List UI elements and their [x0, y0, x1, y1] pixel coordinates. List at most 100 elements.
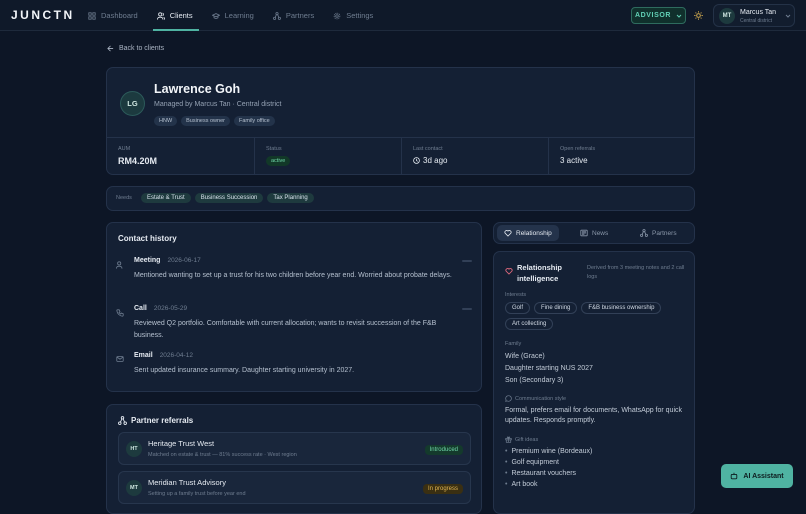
nav-settings-label: Settings	[346, 11, 374, 20]
gifts-label: Gift ideas	[515, 436, 539, 443]
chevron-down-icon	[676, 14, 682, 18]
event-date: 2026-05-29	[153, 305, 188, 312]
interest-chip: Golf	[505, 302, 531, 314]
network-icon	[272, 11, 281, 20]
role-switch-button[interactable]: ADVISOR	[631, 7, 686, 24]
need-tag[interactable]: Business Succession	[194, 193, 264, 203]
stat-aum: AUM RM4.20M	[107, 137, 254, 175]
back-to-clients-link[interactable]: Back to clients	[107, 45, 164, 52]
gift-ideas-label: Gift ideas	[505, 436, 538, 443]
more-icon[interactable]	[462, 308, 472, 310]
communication-style-label: Communication style	[505, 395, 566, 402]
referral-row[interactable]: HT Heritage Trust West Matched on estate…	[118, 432, 471, 465]
gift-idea: Premium wine (Bordeaux)	[505, 448, 592, 455]
nav-clients-label: Clients	[169, 11, 193, 20]
interest-chip: Fine dining	[534, 302, 578, 314]
needs-label: Needs	[116, 195, 132, 201]
event-date: 2026-06-17	[167, 257, 201, 264]
network-icon	[118, 416, 127, 425]
users-icon	[156, 11, 165, 20]
client-tag: Business owner	[181, 116, 230, 126]
communication-style-text: Formal, prefers email for documents, Wha…	[505, 407, 683, 424]
nav-settings[interactable]: Settings	[333, 0, 373, 31]
section-title: Contact history	[118, 234, 177, 243]
client-tag: Family office	[233, 116, 275, 126]
ai-assistant-label: AI Assistant	[743, 472, 784, 480]
newspaper-icon	[580, 229, 588, 237]
interest-chip: F&B business ownership	[581, 302, 662, 314]
users-icon	[116, 261, 123, 269]
user-menu[interactable]: MT Marcus Tan Central district	[713, 4, 795, 27]
event-date: 2026-04-12	[159, 352, 193, 359]
interests-label: Interests	[505, 292, 527, 298]
grid-icon	[88, 11, 96, 20]
tab-relationship[interactable]: Relationship	[497, 225, 559, 241]
nav-learning-label: Learning	[224, 11, 254, 20]
graduation-cap-icon	[211, 12, 220, 19]
nav-dashboard[interactable]: Dashboard	[88, 0, 138, 31]
need-tag[interactable]: Tax Planning	[267, 193, 314, 203]
bot-icon	[731, 472, 738, 480]
sun-icon[interactable]	[694, 11, 703, 20]
nav-partners[interactable]: Partners	[272, 0, 315, 31]
tab-label: News	[592, 229, 609, 237]
tab-news[interactable]: News	[573, 225, 615, 241]
partner-referrals-card: Partner referrals HT Heritage Trust West…	[106, 404, 482, 514]
mail-icon	[116, 356, 124, 362]
stat-label: AUM	[118, 146, 131, 152]
partner-name: Heritage Trust West	[148, 439, 215, 448]
needs-bar: Needs Estate & Trust Business Succession…	[106, 186, 695, 211]
interests-chips: Golf Fine dining F&B business ownership …	[505, 302, 690, 330]
referrals-title: Partner referrals	[131, 416, 194, 425]
more-icon[interactable]	[462, 260, 472, 262]
tab-partners[interactable]: Partners	[633, 225, 684, 241]
stat-status: Status active	[254, 137, 401, 175]
event-header: Call 2026-05-29	[134, 305, 187, 312]
back-link-label: Back to clients	[119, 45, 165, 52]
event-text: Reviewed Q2 portfolio. Comfortable with …	[134, 320, 437, 339]
gear-icon	[333, 12, 341, 19]
tab-label: Partners	[652, 229, 677, 237]
section-title: Partner referrals	[118, 416, 193, 425]
relationship-intelligence-card: Relationship intelligence Derived from 3…	[493, 251, 695, 514]
heart-icon	[505, 268, 513, 275]
main-nav: Dashboard Clients Learning Partners Sett…	[88, 0, 392, 31]
family-member: Wife (Grace)	[505, 353, 545, 360]
app-logo[interactable]: JUNCTN	[11, 8, 75, 22]
nav-partners-label: Partners	[285, 11, 315, 20]
client-avatar: LG	[120, 91, 145, 116]
chat-icon	[505, 395, 512, 402]
stat-value: 3d ago	[413, 156, 447, 165]
client-tags: HNW Business owner Family office	[154, 116, 275, 126]
role-label: ADVISOR	[634, 12, 672, 19]
family-member: Son (Secondary 3)	[505, 377, 564, 384]
status-badge: Introduced	[424, 445, 463, 455]
partner-match-detail: Setting up a family trust before year en…	[148, 491, 246, 497]
gift-idea: Restaurant vouchers	[505, 470, 576, 477]
gift-idea: Art book	[505, 481, 537, 488]
referral-row[interactable]: MT Meridian Trust Advisory Setting up a …	[118, 471, 471, 504]
nav-dashboard-label: Dashboard	[101, 11, 138, 20]
needs-tags: Estate & Trust Business Succession Tax P…	[141, 193, 314, 203]
status-badge: active	[266, 156, 291, 166]
event-type: Email	[134, 352, 153, 359]
interest-chip: Art collecting	[505, 318, 554, 330]
event-type: Meeting	[134, 257, 161, 264]
nav-clients[interactable]: Clients	[152, 0, 199, 31]
stat-last-contact: Last contact 3d ago	[401, 137, 548, 175]
need-tag[interactable]: Estate & Trust	[141, 193, 191, 203]
intel-title: Relationship intelligence	[517, 263, 563, 283]
ai-assistant-button[interactable]: AI Assistant	[721, 464, 793, 488]
client-subtitle: Managed by Marcus Tan · Central district	[154, 101, 282, 108]
nav-learning[interactable]: Learning	[211, 0, 254, 31]
network-icon	[640, 229, 648, 237]
stat-label: Open referrals	[560, 146, 596, 152]
avatar: MT	[719, 8, 735, 24]
contact-history-card: Contact history Meeting 2026-06-17 Menti…	[106, 222, 482, 392]
event-header: Meeting 2026-06-17	[134, 257, 201, 264]
family-member: Daughter starting NUS 2027	[505, 365, 593, 372]
status-badge: In progress	[422, 484, 463, 494]
family-label: Family	[505, 341, 522, 347]
partner-match-detail: Matched on estate & trust — 81% success …	[148, 452, 297, 458]
gift-idea: Golf equipment	[505, 459, 558, 466]
